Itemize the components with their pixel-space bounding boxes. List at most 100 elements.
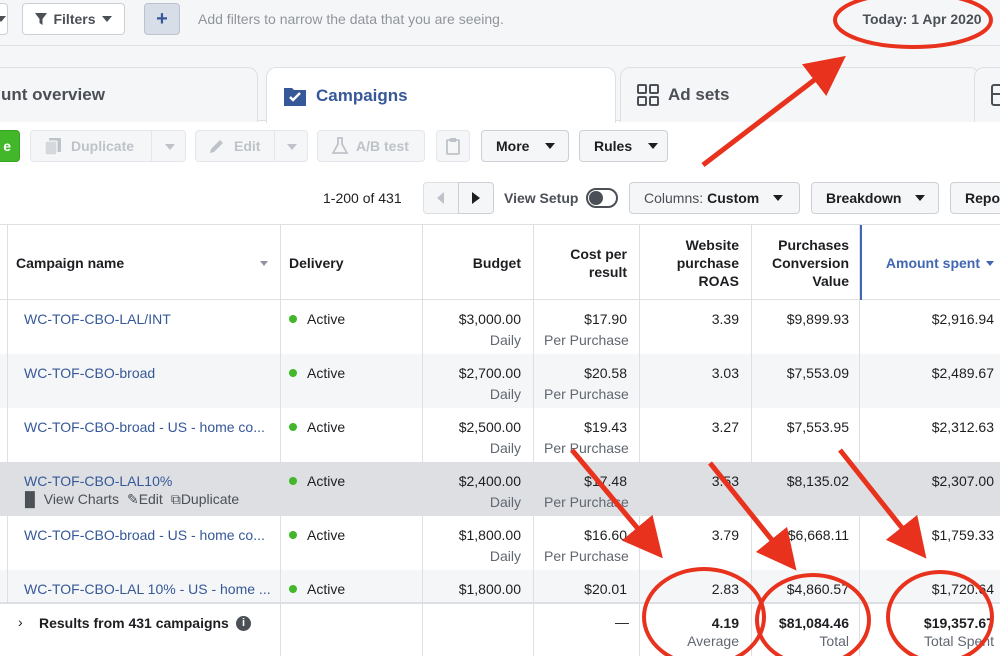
campaign-name-link[interactable]: WC-TOF-CBO-LAL 10% - US - home ... <box>24 581 271 597</box>
campaign-name-link[interactable]: WC-TOF-CBO-LAL10% <box>24 473 172 489</box>
column-cost-per-result[interactable]: Cost per result <box>534 225 640 301</box>
edit-link[interactable]: ✎Edit <box>127 491 163 508</box>
column-delivery[interactable]: Delivery <box>281 225 423 301</box>
active-status-dot <box>289 423 297 431</box>
chevron-down-icon <box>287 144 297 150</box>
budget-value: $2,400.00 <box>458 473 521 489</box>
column-campaign-name[interactable]: Campaign name <box>8 225 281 301</box>
sort-desc-icon <box>986 260 994 266</box>
today-date[interactable]: Today: 1 Apr 2020 <box>853 6 991 32</box>
create-button[interactable]: e <box>0 130 20 162</box>
cell-budget: $1,800.00 <box>423 570 534 602</box>
tab-campaigns[interactable]: Campaigns <box>266 67 616 123</box>
column-website-purchase-roas[interactable]: Website purchase ROAS <box>640 225 752 301</box>
campaign-name-link[interactable]: WC-TOF-CBO-broad - US - home co... <box>24 527 265 543</box>
cell-budget: $3,000.00 Daily <box>423 300 534 354</box>
more-label: More <box>496 138 530 154</box>
delete-button[interactable] <box>436 130 470 162</box>
duplicate-button[interactable]: Duplicate <box>30 130 186 162</box>
summary-budget-cell <box>423 604 534 656</box>
edit-button[interactable]: Edit <box>195 130 308 162</box>
flask-icon <box>332 137 348 154</box>
column-budget[interactable]: Budget <box>423 225 534 301</box>
summary-label-cell[interactable]: › Results from 431 campaigns i <box>0 604 281 656</box>
cost-per-result-type: Per Purchase <box>544 386 629 402</box>
reports-dropdown[interactable]: Repor <box>950 182 1000 214</box>
cell-cpr: $17.48 Per Purchase <box>534 462 640 516</box>
more-button[interactable]: More <box>481 130 569 162</box>
cell-name: WC-TOF-CBO-LAL 10% - US - home ... <box>8 570 281 602</box>
budget-type: Daily <box>489 440 521 456</box>
filters-button[interactable]: Filters <box>22 3 125 35</box>
table-row[interactable]: WC-TOF-CBO-LAL/INT Active $3,000.00 Daily $1… <box>0 300 1000 354</box>
column-amount-spent[interactable]: Amount spent <box>860 225 1000 301</box>
summary-roas-sub: Average <box>687 633 739 649</box>
cell-pcv: $9,899.93 <box>752 300 860 354</box>
column-purchases-conversion-value[interactable]: Purchases Conversion Value <box>752 225 860 301</box>
ab-test-button[interactable]: A/B test <box>317 130 425 162</box>
cost-per-result-type: Per Purchase <box>544 494 629 510</box>
delivery-label: Active <box>307 527 346 543</box>
tab-account-overview[interactable]: unt overview <box>0 67 258 122</box>
duplicate-link[interactable]: ⧉Duplicate <box>171 491 239 508</box>
table-row[interactable]: WC-TOF-CBO-broad - US - home co... Active… <box>0 516 1000 570</box>
summary-cpr: — <box>615 614 629 630</box>
filter-hint[interactable]: Add filters to narrow the data that you … <box>198 11 504 27</box>
cell-pcv: $7,553.95 <box>752 408 860 462</box>
cell-cpr: $19.43 Per Purchase <box>534 408 640 462</box>
column-label: Conversion <box>771 255 849 271</box>
cost-per-result-type: Per Purchase <box>544 440 629 456</box>
breakdown-dropdown[interactable]: Breakdown <box>811 182 939 214</box>
reports-label: Repor <box>965 190 1000 206</box>
chevron-down-icon <box>648 143 659 149</box>
roas-value: 3.03 <box>711 365 739 381</box>
summary-pcv-sub: Total <box>819 633 849 649</box>
add-filter-button[interactable]: + <box>144 3 180 35</box>
summary-spent-sub: Total Spent <box>923 633 994 649</box>
cell-spent: $1,720.64 <box>860 570 1000 602</box>
cell-budget: $1,800.00 Daily <box>423 516 534 570</box>
campaign-name-link[interactable]: WC-TOF-CBO-broad - US - home co... <box>24 419 265 435</box>
next-page-button[interactable] <box>458 182 494 214</box>
column-label: Budget <box>472 255 521 271</box>
summary-delivery-cell <box>281 604 423 656</box>
tab-ads[interactable] <box>974 67 1000 122</box>
cost-per-result-value: $16.60 <box>584 527 627 543</box>
duplicate-label: Duplicate <box>71 138 135 154</box>
toggle-knob <box>589 191 603 205</box>
column-label: Amount spent <box>885 255 980 271</box>
view-setup-toggle[interactable] <box>586 188 618 208</box>
table-row[interactable]: WC-TOF-CBO-broad Active $2,700.00 Daily $20.… <box>0 354 1000 408</box>
chevron-down-icon <box>101 16 112 22</box>
columns-dropdown[interactable]: Columns: Custom <box>629 182 800 214</box>
campaign-name-link[interactable]: WC-TOF-CBO-broad <box>24 365 155 381</box>
bar-chart-icon: ▐▌ <box>20 491 40 507</box>
chevron-down-icon <box>165 144 175 150</box>
tab-ad-sets[interactable]: Ad sets <box>620 67 980 122</box>
amount-spent-value: $1,759.33 <box>931 527 994 543</box>
table-row[interactable]: WC-TOF-CBO-broad - US - home co... Active… <box>0 408 1000 462</box>
row-actions: ▐▌ View Charts ✎Edit ⧉Duplicate <box>20 491 239 508</box>
prev-page-button[interactable] <box>423 182 459 214</box>
campaign-name-link[interactable]: WC-TOF-CBO-LAL/INT <box>24 311 171 327</box>
dropdown-button[interactable] <box>0 3 8 35</box>
budget-value: $3,000.00 <box>458 311 521 327</box>
chevron-right-icon: › <box>18 614 23 630</box>
duplicate-icon <box>44 138 61 156</box>
cost-per-result-value: $17.48 <box>584 473 627 489</box>
roas-value: 3.79 <box>711 527 739 543</box>
budget-value: $1,800.00 <box>458 581 521 597</box>
view-charts-label: View Charts <box>43 491 119 507</box>
delivery-status: Active <box>289 581 345 597</box>
table-row[interactable]: WC-TOF-CBO-LAL10% ▐▌ View Charts ✎Edit ⧉Dup… <box>0 462 1000 516</box>
cell-cpr: $20.58 Per Purchase <box>534 354 640 408</box>
cell-cpr: $17.90 Per Purchase <box>534 300 640 354</box>
view-charts-link[interactable]: ▐▌ View Charts <box>20 491 119 508</box>
table-row[interactable]: WC-TOF-CBO-LAL 10% - US - home ... Active… <box>0 570 1000 602</box>
rules-button[interactable]: Rules <box>579 130 668 162</box>
summary-spent: $19,357.67 <box>923 615 994 631</box>
cell-name: WC-TOF-CBO-broad - US - home co... <box>8 408 281 462</box>
active-status-dot <box>289 585 297 593</box>
clipboard-icon <box>446 138 460 155</box>
info-icon[interactable]: i <box>236 616 251 631</box>
